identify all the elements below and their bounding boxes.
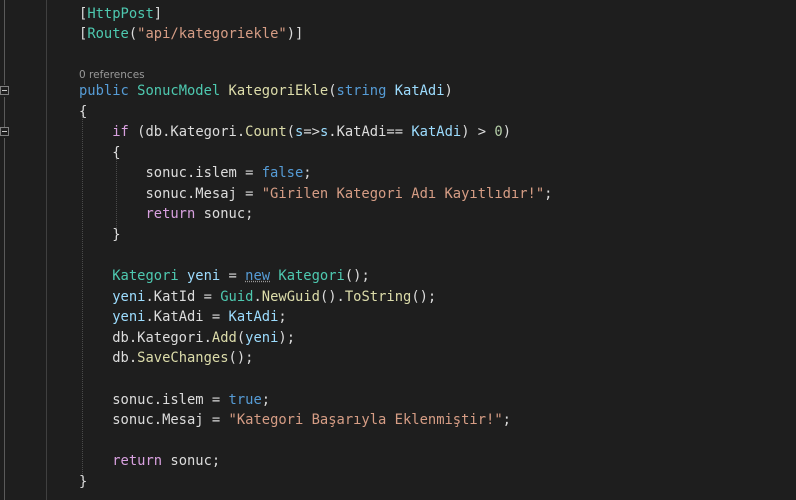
code-line-attribute-httppost: [HttpPost] [79, 6, 163, 22]
code-editor[interactable]: [HttpPost] [Route("api/kategoriekle")] 0… [0, 0, 796, 500]
code-line-if-open-brace: { [79, 145, 121, 161]
code-line-method-signature: public SonucModel KategoriEkle(string Ka… [79, 83, 453, 99]
codelens-references[interactable]: 0 references [79, 68, 145, 82]
outline-line [4, 138, 5, 500]
code-line-new-kategori: Kategori yeni = new Kategori(); [112, 268, 370, 284]
code-line-return-result: return sonuc; [112, 453, 221, 469]
code-line-add-kategori: db.Kategori.Add(yeni); [112, 330, 296, 346]
code-line-set-katid: yeni.KatId = Guid.NewGuid().ToString(); [112, 289, 437, 305]
outline-line [4, 97, 5, 127]
code-line-attribute-route: [Route("api/kategoriekle")] [79, 26, 304, 42]
outline-margin [0, 0, 22, 500]
code-line-set-islem-true: sonuc.islem = true; [112, 392, 271, 408]
outline-line [4, 0, 5, 85]
collapse-method-icon[interactable] [0, 86, 9, 95]
code-line-return-early: return sonuc; [145, 206, 254, 222]
collapse-if-block-icon[interactable] [0, 127, 9, 136]
code-line-set-mesaj-success: sonuc.Mesaj = "Kategori Başarıyla Eklenm… [112, 412, 511, 428]
code-line-method-open-brace: { [79, 104, 88, 120]
code-line-save-changes: db.SaveChanges(); [112, 350, 254, 366]
code-line-set-mesaj-exists: sonuc.Mesaj = "Girilen Kategori Adı Kayı… [145, 186, 553, 202]
code-line-set-katadi: yeni.KatAdi = KatAdi; [112, 309, 287, 325]
code-line-if-close-brace: } [79, 227, 121, 243]
code-line-if-condition: if (db.Kategori.Count(s=>s.KatAdi== KatA… [112, 124, 512, 140]
code-line-set-islem-false: sonuc.islem = false; [145, 165, 312, 181]
gutter-separator [46, 0, 47, 500]
code-line-method-close-brace: } [79, 474, 88, 490]
